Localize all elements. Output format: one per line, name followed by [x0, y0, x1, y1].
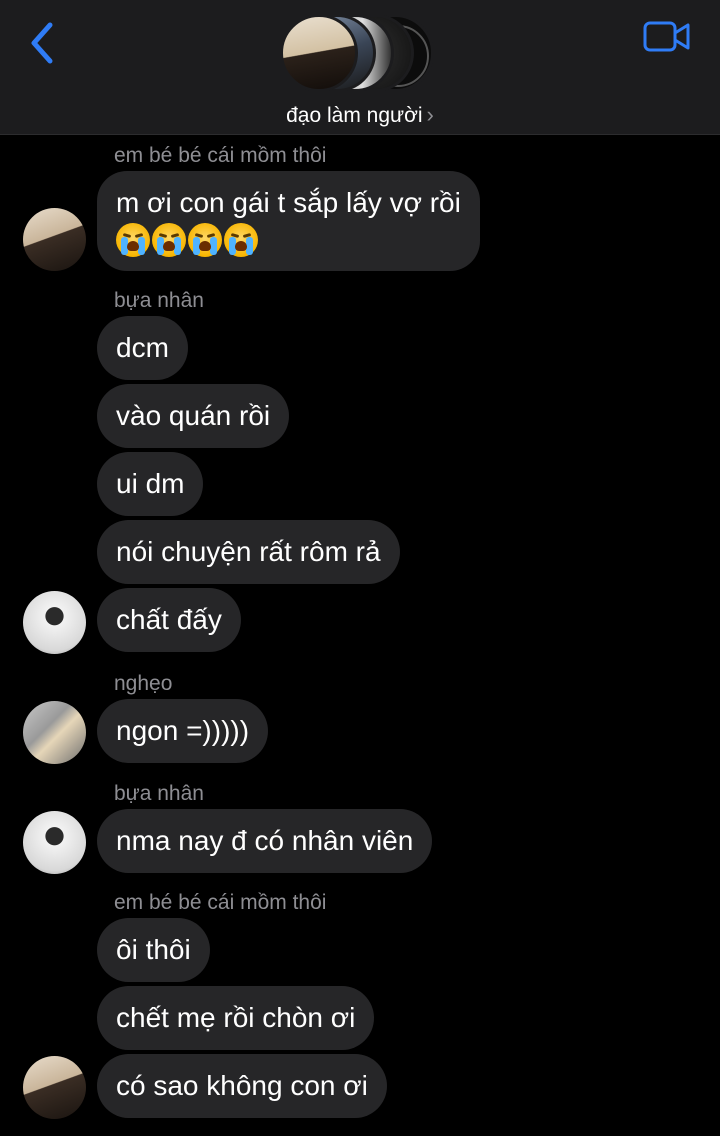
- message-bubble[interactable]: nói chuyện rất rôm rả: [97, 520, 400, 584]
- loudly-crying-emoji-icon: [152, 223, 186, 257]
- message-bubble[interactable]: vào quán rồi: [97, 384, 290, 448]
- chevron-left-icon: [31, 22, 53, 64]
- message-bubble[interactable]: chất đấy: [97, 588, 241, 652]
- avatar[interactable]: [23, 591, 86, 654]
- message-bubble[interactable]: ngon =))))): [97, 699, 269, 763]
- loudly-crying-emoji-icon: [224, 223, 258, 257]
- message-bubble[interactable]: ôi thôi: [97, 918, 210, 982]
- sender-name: nghẹo: [114, 672, 173, 695]
- avatar[interactable]: [23, 701, 86, 764]
- sender-name: em bé bé cái mồm thôi: [114, 891, 327, 914]
- chevron-right-icon: ›: [426, 102, 434, 127]
- message-bubble[interactable]: chết mẹ rồi chòn ơi: [97, 986, 375, 1050]
- video-call-button[interactable]: [642, 18, 692, 56]
- message-text: m ơi con gái t sắp lấy vợ rồi: [116, 187, 461, 218]
- group-name: đạo làm người: [286, 104, 423, 127]
- avatar[interactable]: [23, 208, 86, 271]
- message-bubble[interactable]: dcm: [97, 316, 188, 380]
- emoji-row: [116, 223, 461, 257]
- sender-name: bựa nhân: [114, 782, 204, 805]
- message-bubble[interactable]: nma nay đ có nhân viên: [97, 809, 433, 873]
- chat-header: đạo làm người ›: [0, 0, 720, 135]
- sender-name: em bé bé cái mồm thôi: [114, 144, 327, 167]
- sender-name: bựa nhân: [114, 289, 204, 312]
- video-camera-icon: [643, 21, 690, 52]
- message-bubble[interactable]: ui dm: [97, 452, 204, 516]
- back-button[interactable]: [26, 20, 62, 66]
- loudly-crying-emoji-icon: [188, 223, 222, 257]
- avatar[interactable]: [23, 1056, 86, 1119]
- loudly-crying-emoji-icon: [116, 223, 150, 257]
- group-member-avatar: [280, 14, 358, 92]
- group-name-button[interactable]: đạo làm người ›: [0, 102, 720, 128]
- message-bubble[interactable]: có sao không con ơi: [97, 1054, 387, 1118]
- message-bubble[interactable]: m ơi con gái t sắp lấy vợ rồi: [97, 171, 480, 271]
- group-avatar-stack[interactable]: [280, 14, 440, 94]
- avatar[interactable]: [23, 811, 86, 874]
